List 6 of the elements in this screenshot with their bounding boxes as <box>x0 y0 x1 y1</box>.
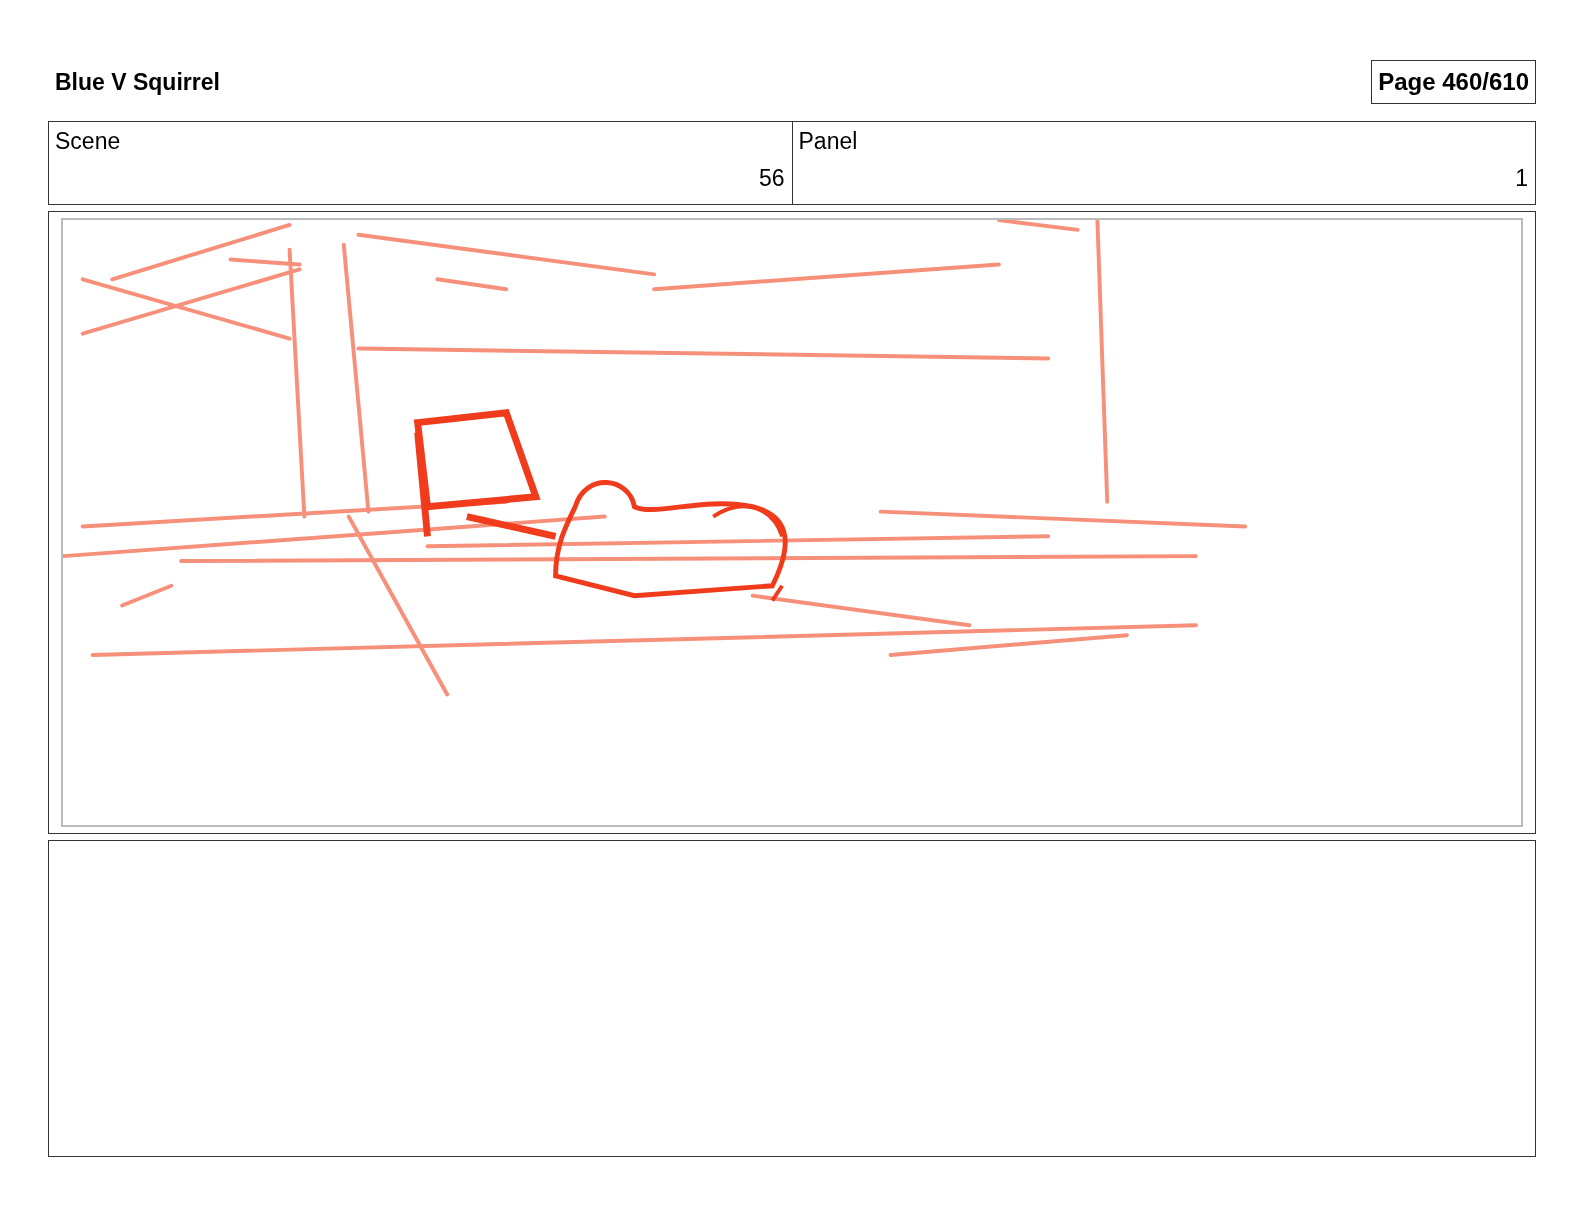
field-value: 56 <box>758 165 785 192</box>
page-number: Page 460/610 <box>1371 60 1536 104</box>
field-value: 1 <box>1515 165 1528 192</box>
field-label: Panel <box>798 128 859 155</box>
storyboard-title: Blue V Squirrel <box>55 68 220 96</box>
field-label: Scene <box>55 128 122 155</box>
